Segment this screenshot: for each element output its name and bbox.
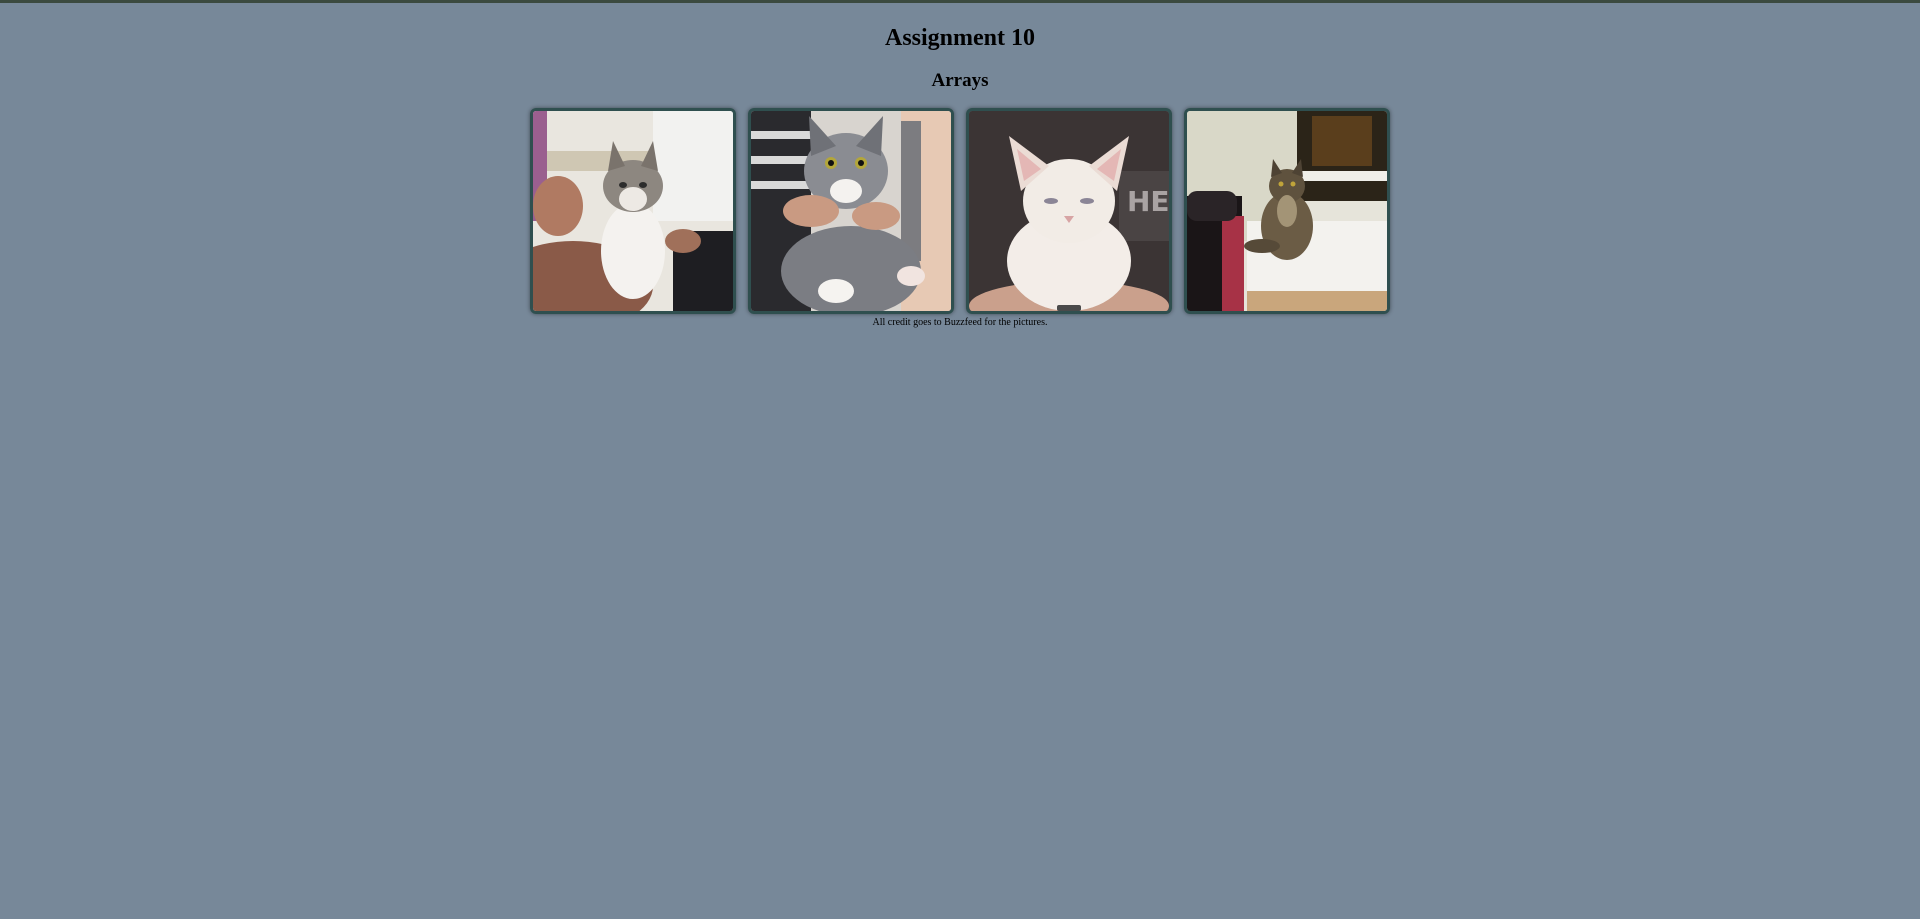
photo-credit: All credit goes to Buzzfeed for the pict… bbox=[872, 317, 1048, 328]
kitten-photo-icon: HEV bbox=[969, 111, 1169, 311]
gallery-image-1[interactable] bbox=[530, 108, 736, 314]
gallery-image-4[interactable] bbox=[1184, 108, 1390, 314]
kitten-photo-icon bbox=[533, 111, 733, 311]
svg-text:HEV: HEV bbox=[1127, 185, 1169, 218]
image-gallery: HEV bbox=[0, 108, 1920, 314]
gallery-image-2[interactable] bbox=[748, 108, 954, 314]
page-title: Assignment 10 bbox=[884, 25, 1035, 51]
kitten-photo-icon bbox=[1187, 111, 1387, 311]
kitten-photo-icon bbox=[751, 111, 951, 311]
gallery-image-3[interactable]: HEV bbox=[966, 108, 1172, 314]
page: Assignment 10 Arrays HE All credit goes … bbox=[0, 3, 1920, 329]
page-subtitle: Arrays bbox=[931, 70, 989, 91]
